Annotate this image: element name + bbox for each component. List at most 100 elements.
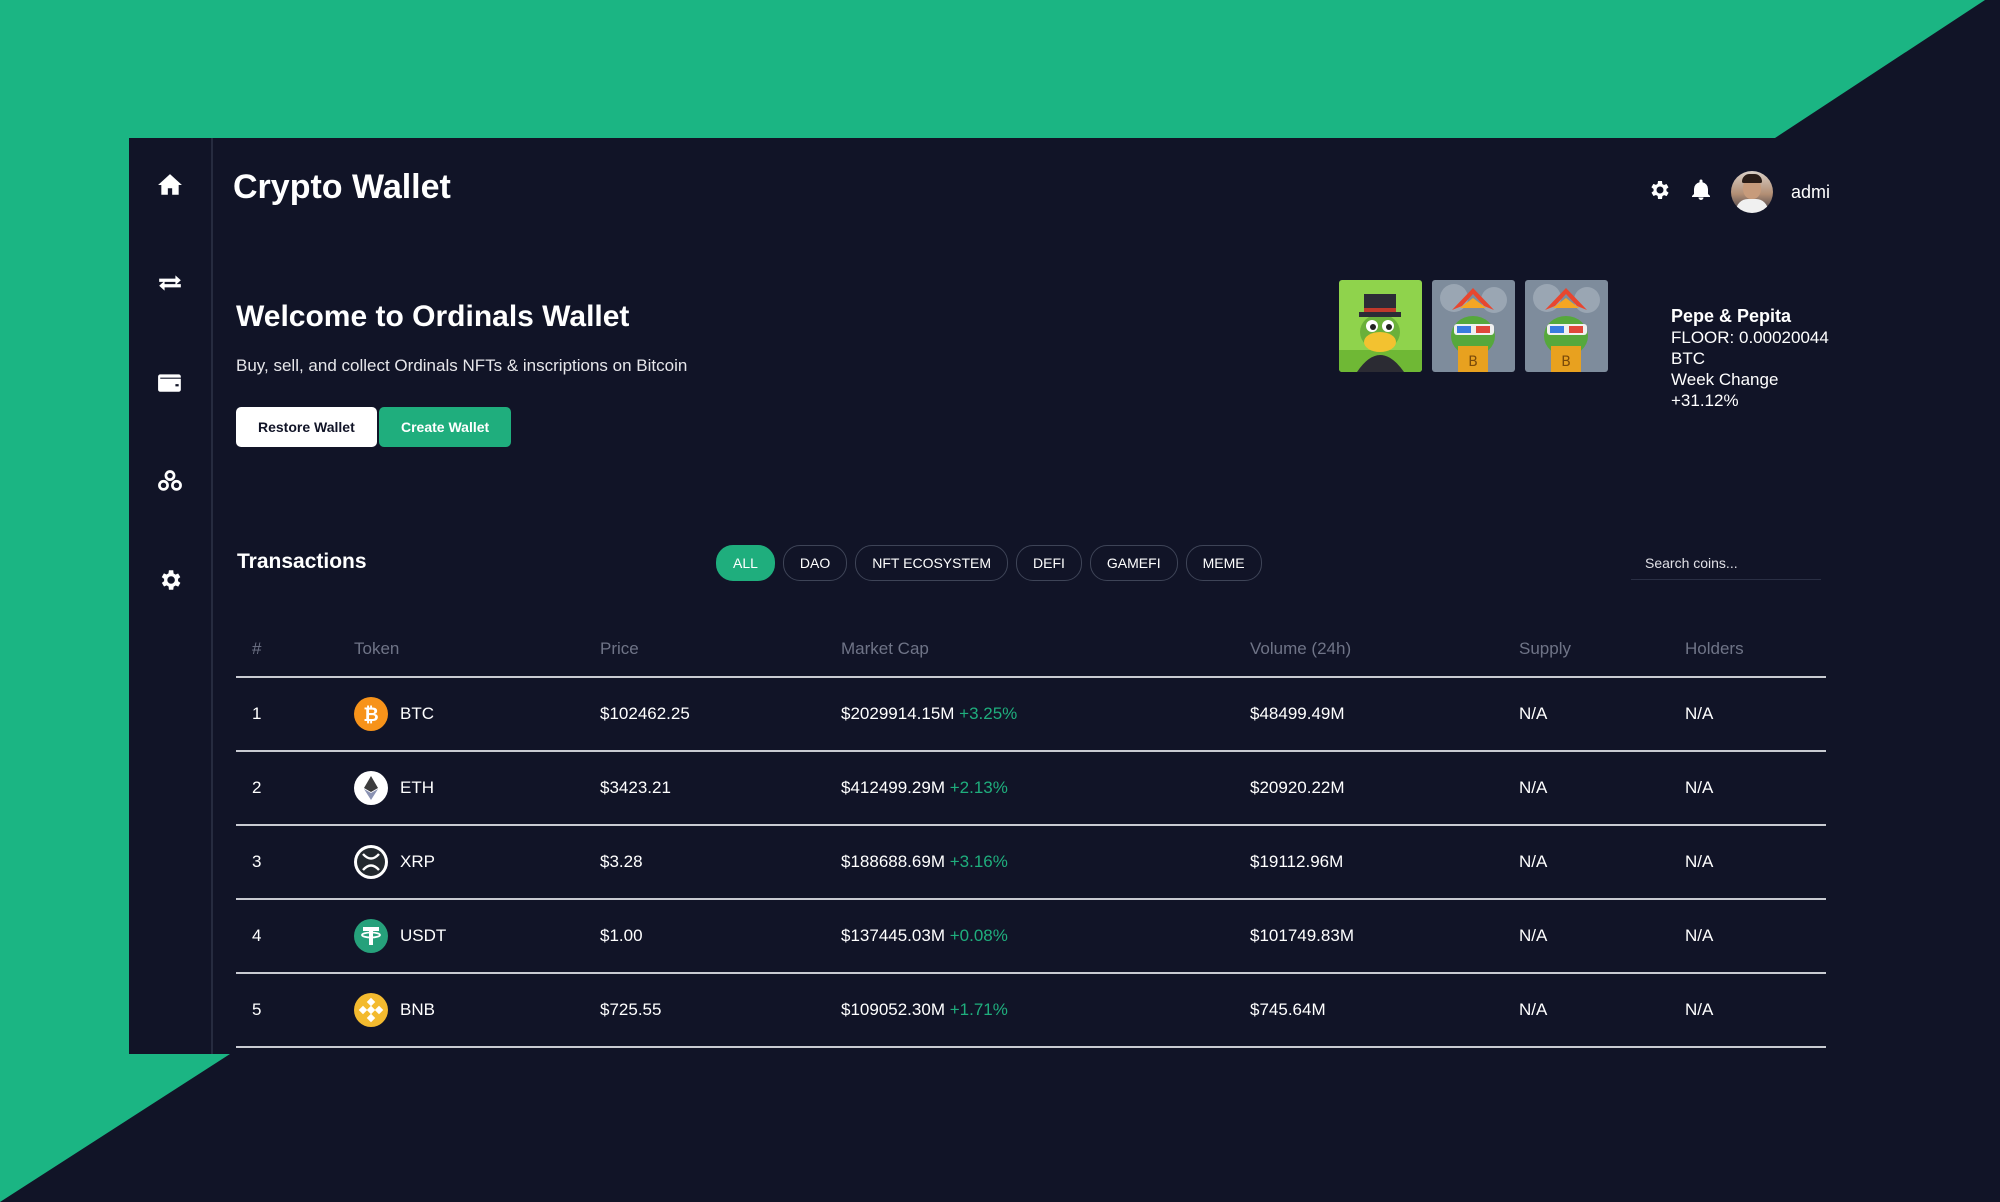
- holders-cell: N/A: [1685, 825, 1826, 900]
- market-cap-cell: $2029914.15M +3.25%: [841, 677, 1250, 752]
- notifications-button[interactable]: [1689, 178, 1713, 207]
- rank-cell: 3: [236, 825, 354, 900]
- collection-info: Pepe & Pepita FLOOR: 0.00020044 BTC Week…: [1671, 306, 1829, 411]
- change-value: +2.13%: [949, 778, 1008, 797]
- market-cap-cell: $109052.30M +1.71%: [841, 973, 1250, 1048]
- holders-cell: N/A: [1685, 899, 1826, 974]
- bell-icon: [1691, 179, 1710, 200]
- svg-text:B: B: [1561, 354, 1571, 370]
- sidebar-item-transfer[interactable]: [155, 268, 185, 298]
- coins-icon: [158, 470, 182, 491]
- volume-cell: $19112.96M: [1250, 825, 1519, 900]
- user-name[interactable]: admi: [1791, 182, 1830, 203]
- nft-thumbnail[interactable]: [1339, 280, 1422, 372]
- token-symbol: BNB: [400, 1000, 435, 1019]
- price-cell: $3423.21: [600, 751, 841, 826]
- filter-chip-all[interactable]: ALL: [716, 545, 775, 581]
- rank-cell: 5: [236, 973, 354, 1048]
- transactions-title: Transactions: [237, 550, 367, 573]
- svg-text:₿: ₿: [363, 704, 378, 726]
- sidebar-item-wallet[interactable]: [155, 367, 185, 397]
- collection-floor: FLOOR: 0.00020044: [1671, 328, 1829, 347]
- transactions-table: # Token Price Market Cap Volume (24h) Su…: [236, 621, 1826, 1048]
- app-window: Crypto Wallet admi Welcome to Ordinals W…: [129, 138, 1830, 1054]
- restore-wallet-button[interactable]: Restore Wallet: [236, 407, 377, 447]
- table-header-row: # Token Price Market Cap Volume (24h) Su…: [236, 621, 1826, 678]
- filter-chips: ALL DAO NFT ECOSYSTEM DEFI GAMEFI MEME: [716, 545, 1262, 581]
- column-header-token[interactable]: Token: [354, 621, 600, 678]
- supply-cell: N/A: [1519, 751, 1685, 826]
- column-header-price[interactable]: Price: [600, 621, 841, 678]
- rank-cell: 2: [236, 751, 354, 826]
- nft-gallery: B B: [1339, 280, 1608, 372]
- column-header-volume[interactable]: Volume (24h): [1250, 621, 1519, 678]
- change-value: +1.71%: [949, 1000, 1008, 1019]
- wallet-icon: [158, 374, 181, 392]
- home-icon: [158, 174, 182, 195]
- column-header-rank[interactable]: #: [236, 621, 354, 678]
- topbar-actions: admi: [1647, 168, 1830, 216]
- gear-icon: [1651, 180, 1669, 199]
- bitcoin-icon: ₿: [354, 697, 388, 731]
- week-change-value: +31.12%: [1671, 391, 1739, 410]
- supply-cell: N/A: [1519, 973, 1685, 1048]
- holders-cell: N/A: [1685, 677, 1826, 752]
- search-input[interactable]: [1631, 546, 1821, 580]
- token-symbol: ETH: [400, 778, 434, 797]
- filter-chip-nft-ecosystem[interactable]: NFT ECOSYSTEM: [855, 545, 1009, 581]
- nft-thumbnail[interactable]: B: [1432, 280, 1515, 372]
- hero-subtitle: Buy, sell, and collect Ordinals NFTs & i…: [236, 356, 688, 375]
- token-symbol: XRP: [400, 852, 435, 871]
- rank-cell: 1: [236, 677, 354, 752]
- filter-chip-dao[interactable]: DAO: [782, 545, 848, 581]
- gear-icon: [161, 570, 181, 590]
- table-row[interactable]: 3 XRP $3.28 $188688.69M +3.16% $19112.96…: [236, 825, 1826, 900]
- price-cell: $725.55: [600, 973, 841, 1048]
- price-cell: $102462.25: [600, 677, 841, 752]
- change-value: +3.25%: [959, 704, 1018, 723]
- volume-cell: $745.64M: [1250, 973, 1519, 1048]
- supply-cell: N/A: [1519, 825, 1685, 900]
- holders-cell: N/A: [1685, 751, 1826, 826]
- price-cell: $1.00: [600, 899, 841, 974]
- svg-text:B: B: [1468, 354, 1478, 370]
- app-title: Crypto Wallet: [233, 168, 451, 206]
- hero-title: Welcome to Ordinals Wallet: [236, 300, 630, 333]
- supply-cell: N/A: [1519, 677, 1685, 752]
- xrp-icon: [354, 845, 388, 879]
- table-row[interactable]: 1 ₿ BTC $102462.25 $2029914.15M +3.25% $…: [236, 677, 1826, 752]
- table-row[interactable]: 2 ETH $3423.21 $412499.29M +2.13% $20920…: [236, 751, 1826, 826]
- rank-cell: 4: [236, 899, 354, 974]
- sidebar-item-settings[interactable]: [155, 565, 185, 595]
- table-row[interactable]: 4 USDT $1.00 $137445.03M +0.08% $101749.…: [236, 899, 1826, 974]
- create-wallet-button[interactable]: Create Wallet: [379, 407, 512, 447]
- volume-cell: $101749.83M: [1250, 899, 1519, 974]
- bnb-icon: [354, 993, 388, 1027]
- price-cell: $3.28: [600, 825, 841, 900]
- table-row[interactable]: 5 BNB $725.55 $109052.30M +1.71% $745.64…: [236, 973, 1826, 1048]
- settings-button[interactable]: [1647, 178, 1671, 207]
- column-header-market-cap[interactable]: Market Cap: [841, 621, 1250, 678]
- filter-chip-gamefi[interactable]: GAMEFI: [1089, 545, 1178, 581]
- nft-thumbnail[interactable]: B: [1525, 280, 1608, 372]
- collection-name: Pepe & Pepita: [1671, 306, 1792, 326]
- change-value: +3.16%: [949, 852, 1008, 871]
- holders-cell: N/A: [1685, 973, 1826, 1048]
- sidebar-item-coins[interactable]: [155, 466, 185, 496]
- tether-icon: [354, 919, 388, 953]
- token-symbol: BTC: [400, 704, 434, 723]
- ethereum-icon: [354, 771, 388, 805]
- avatar[interactable]: [1730, 171, 1773, 213]
- filter-chip-defi[interactable]: DEFI: [1016, 545, 1082, 581]
- volume-cell: $48499.49M: [1250, 677, 1519, 752]
- market-cap-cell: $137445.03M +0.08%: [841, 899, 1250, 974]
- swap-icon: [159, 275, 181, 291]
- column-header-supply[interactable]: Supply: [1519, 621, 1685, 678]
- week-change-label: Week Change: [1671, 370, 1779, 389]
- filter-chip-meme[interactable]: MEME: [1185, 545, 1262, 581]
- sidebar-item-home[interactable]: [155, 170, 185, 200]
- change-value: +0.08%: [949, 926, 1008, 945]
- supply-cell: N/A: [1519, 899, 1685, 974]
- volume-cell: $20920.22M: [1250, 751, 1519, 826]
- column-header-holders[interactable]: Holders: [1685, 621, 1826, 678]
